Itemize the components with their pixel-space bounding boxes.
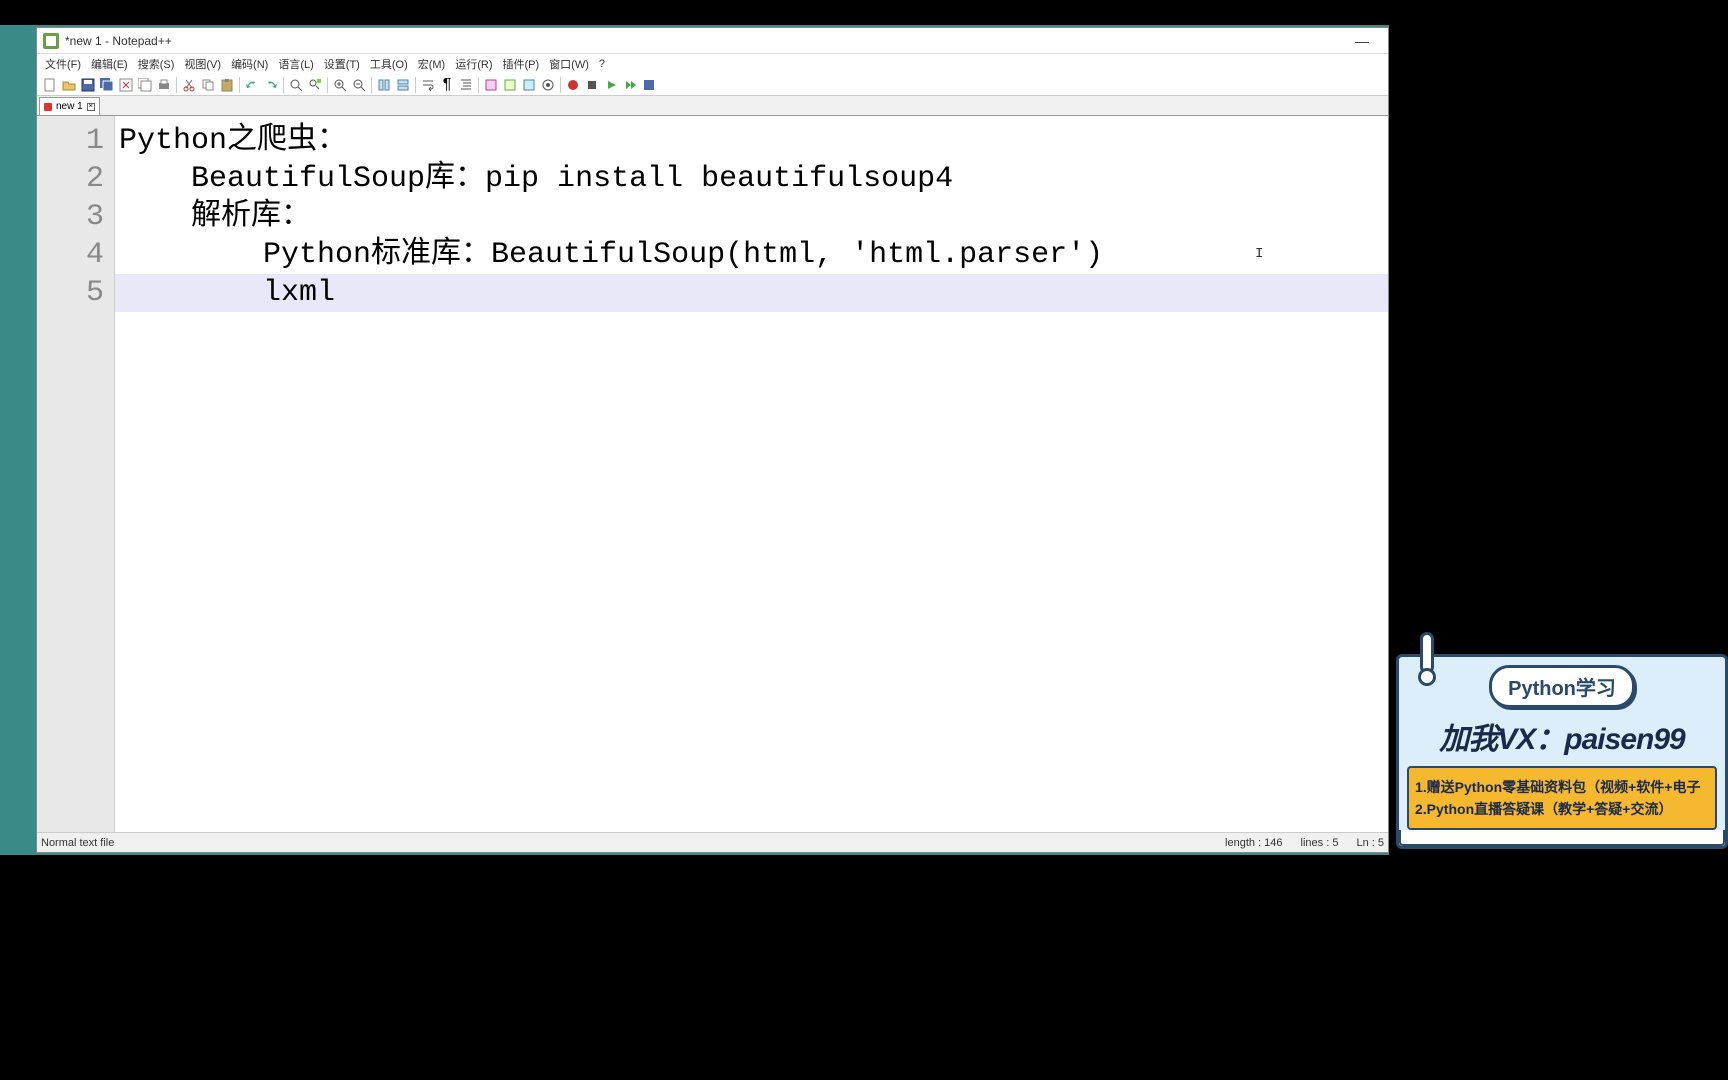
play-macro-icon[interactable] bbox=[602, 76, 620, 94]
menu-encoding[interactable]: 编码(N) bbox=[227, 56, 272, 72]
find-icon[interactable] bbox=[287, 76, 305, 94]
toolbar-separator bbox=[176, 77, 177, 93]
titlebar: *new 1 - Notepad++ — bbox=[37, 28, 1388, 54]
copy-icon[interactable] bbox=[199, 76, 217, 94]
zoom-in-icon[interactable] bbox=[331, 76, 349, 94]
paste-icon[interactable] bbox=[218, 76, 236, 94]
monitoring-icon[interactable] bbox=[539, 76, 557, 94]
menu-tools[interactable]: 工具(O) bbox=[366, 56, 412, 72]
tab-new1[interactable]: new 1 × bbox=[39, 97, 100, 115]
toolbar-separator bbox=[239, 77, 240, 93]
menu-file[interactable]: 文件(F) bbox=[41, 56, 85, 72]
promo-wechat: 加我VX：paisen99 bbox=[1407, 714, 1717, 758]
toolbar-separator bbox=[371, 77, 372, 93]
code-line: lxml bbox=[115, 274, 1388, 312]
sync-h-icon[interactable] bbox=[394, 76, 412, 94]
status-length: length : 146 bbox=[1225, 837, 1283, 849]
statusbar: Normal text file length : 146 lines : 5 … bbox=[37, 832, 1388, 852]
menu-search[interactable]: 搜索(S) bbox=[134, 56, 179, 72]
line-number: 5 bbox=[37, 274, 104, 312]
line-number: 1 bbox=[37, 122, 104, 160]
menu-settings[interactable]: 设置(T) bbox=[320, 56, 364, 72]
redo-icon[interactable] bbox=[262, 76, 280, 94]
menu-plugins[interactable]: 插件(P) bbox=[499, 56, 544, 72]
code-line: Python之爬虫： bbox=[115, 122, 1388, 160]
zoom-out-icon[interactable] bbox=[350, 76, 368, 94]
toolbar-separator bbox=[327, 77, 328, 93]
toolbar-separator bbox=[415, 77, 416, 93]
notepadpp-window: *new 1 - Notepad++ — 文件(F) 编辑(E) 搜索(S) 视… bbox=[36, 27, 1389, 853]
code-area[interactable]: Python之爬虫： BeautifulSoup库：pip install be… bbox=[115, 116, 1388, 836]
show-all-chars-icon[interactable]: ¶ bbox=[438, 76, 456, 94]
menubar: 文件(F) 编辑(E) 搜索(S) 视图(V) 编码(N) 语言(L) 设置(T… bbox=[37, 54, 1388, 74]
toolbar-separator bbox=[283, 77, 284, 93]
close-icon[interactable] bbox=[117, 76, 135, 94]
promo-badge: Python学习 bbox=[1489, 665, 1635, 708]
promo-footer-strip bbox=[1399, 830, 1725, 846]
folder-tree-icon[interactable] bbox=[501, 76, 519, 94]
save-icon[interactable] bbox=[79, 76, 97, 94]
menu-macro[interactable]: 宏(M) bbox=[414, 56, 450, 72]
toolbar-separator bbox=[560, 77, 561, 93]
doc-map-icon[interactable] bbox=[520, 76, 538, 94]
menu-view[interactable]: 视图(V) bbox=[180, 56, 225, 72]
line-number-gutter: 1 2 3 4 5 bbox=[37, 116, 115, 836]
status-lines: lines : 5 bbox=[1301, 837, 1339, 849]
replace-icon[interactable] bbox=[306, 76, 324, 94]
line-number: 2 bbox=[37, 160, 104, 198]
undo-icon[interactable] bbox=[243, 76, 261, 94]
promo-bullet-2: 2.Python直播答疑课（教学+答疑+交流） bbox=[1415, 798, 1709, 820]
wordwrap-icon[interactable] bbox=[419, 76, 437, 94]
menu-language[interactable]: 语言(L) bbox=[274, 56, 317, 72]
close-all-icon[interactable] bbox=[136, 76, 154, 94]
save-all-icon[interactable] bbox=[98, 76, 116, 94]
menu-help[interactable]: ? bbox=[595, 58, 609, 70]
menu-edit[interactable]: 编辑(E) bbox=[87, 56, 132, 72]
cut-icon[interactable] bbox=[180, 76, 198, 94]
function-list-icon[interactable] bbox=[482, 76, 500, 94]
promo-bullet-1: 1.赠送Python零基础资料包（视频+软件+电子 bbox=[1415, 776, 1709, 798]
promo-card: Python学习 加我VX：paisen99 1.赠送Python零基础资料包（… bbox=[1396, 654, 1728, 849]
open-file-icon[interactable] bbox=[60, 76, 78, 94]
save-macro-icon[interactable] bbox=[640, 76, 658, 94]
menu-window[interactable]: 窗口(W) bbox=[545, 56, 593, 72]
code-line: BeautifulSoup库：pip install beautifulsoup… bbox=[115, 160, 1388, 198]
toolbar: ¶ bbox=[37, 74, 1388, 96]
stop-macro-icon[interactable] bbox=[583, 76, 601, 94]
menu-run[interactable]: 运行(R) bbox=[451, 56, 496, 72]
line-number: 3 bbox=[37, 198, 104, 236]
tab-close-icon[interactable]: × bbox=[87, 103, 95, 111]
indent-guide-icon[interactable] bbox=[457, 76, 475, 94]
clip-hole-icon bbox=[1418, 668, 1436, 686]
new-file-icon[interactable] bbox=[41, 76, 59, 94]
tab-label: new 1 bbox=[56, 101, 83, 112]
minimize-button[interactable]: — bbox=[1342, 33, 1382, 49]
code-line: Python标准库：BeautifulSoup(html, 'html.pars… bbox=[115, 236, 1388, 274]
status-ln: Ln : 5 bbox=[1356, 837, 1384, 849]
playback-multi-icon[interactable] bbox=[621, 76, 639, 94]
line-number: 4 bbox=[37, 236, 104, 274]
app-icon bbox=[43, 33, 59, 49]
unsaved-indicator-icon bbox=[44, 103, 52, 111]
code-line: 解析库： bbox=[115, 198, 1388, 236]
tab-bar: new 1 × bbox=[37, 96, 1388, 116]
editor: 1 2 3 4 5 Python之爬虫： BeautifulSoup库：pip … bbox=[37, 116, 1388, 836]
record-macro-icon[interactable] bbox=[564, 76, 582, 94]
print-icon[interactable] bbox=[155, 76, 173, 94]
toolbar-separator bbox=[478, 77, 479, 93]
window-title: *new 1 - Notepad++ bbox=[65, 34, 172, 48]
status-filetype: Normal text file bbox=[41, 837, 114, 849]
text-cursor-icon: I bbox=[1255, 246, 1263, 262]
promo-benefits: 1.赠送Python零基础资料包（视频+软件+电子 2.Python直播答疑课（… bbox=[1407, 766, 1717, 830]
sync-v-icon[interactable] bbox=[375, 76, 393, 94]
